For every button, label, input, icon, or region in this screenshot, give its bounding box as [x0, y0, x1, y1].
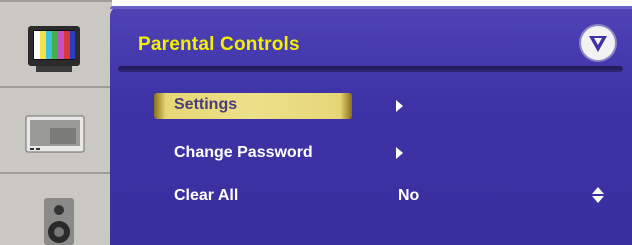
page-title: Parental Controls [138, 34, 300, 55]
chevron-right-icon [396, 100, 403, 112]
clear-all-value[interactable]: No [398, 187, 419, 205]
title-divider [118, 66, 623, 72]
speaker-icon [44, 198, 74, 245]
chevron-right-icon [396, 147, 403, 159]
icon-rail [0, 0, 112, 245]
brand-logo [581, 26, 615, 60]
menu-item-clear-all[interactable]: Clear All [174, 187, 238, 205]
monitor-icon [25, 115, 85, 153]
v-logo-icon [589, 36, 607, 52]
parental-controls-screen: Parental Controls Settings Change Passwo… [0, 0, 632, 245]
tv-color-bars-icon [28, 26, 80, 72]
audio-menu-tab[interactable] [0, 174, 112, 245]
up-down-arrows-icon[interactable] [591, 186, 605, 204]
menu-item-settings-label: Settings [174, 96, 238, 113]
picture-menu-tab[interactable] [0, 2, 112, 84]
menu-item-change-password[interactable]: Change Password [174, 144, 313, 162]
pc-menu-tab[interactable] [0, 88, 112, 170]
